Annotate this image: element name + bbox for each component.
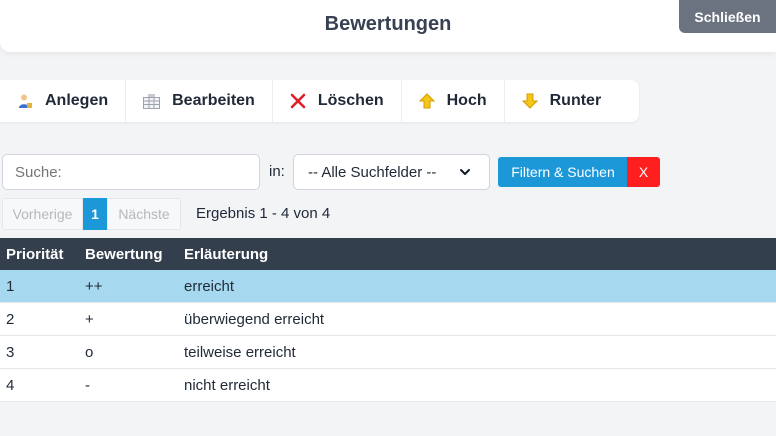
column-header-explanation[interactable]: Erläuterung	[184, 238, 268, 270]
move-down-button[interactable]: Runter	[505, 80, 619, 122]
clear-search-button[interactable]: X	[627, 157, 660, 187]
chevron-down-icon	[460, 169, 470, 175]
table-header: Priorität Bewertung Erläuterung	[0, 238, 776, 270]
next-page-button[interactable]: Nächste	[107, 198, 181, 230]
edit-label: Bearbeiten	[172, 92, 255, 109]
current-page-button[interactable]: 1	[83, 198, 107, 230]
search-input[interactable]	[2, 154, 260, 190]
cell-priority: 4	[6, 376, 15, 394]
table-row[interactable]: 2 + überwiegend erreicht	[0, 303, 776, 336]
cell-priority: 2	[6, 310, 15, 328]
cell-rating: -	[85, 376, 90, 394]
toolbar: Anlegen Bearbeiten Löschen Hoch Runter	[0, 80, 639, 122]
edit-button[interactable]: Bearbeiten	[126, 80, 273, 122]
search-in-label: in:	[269, 163, 285, 180]
close-button[interactable]: Schließen	[679, 0, 776, 33]
move-up-label: Hoch	[446, 92, 487, 109]
move-down-label: Runter	[549, 92, 602, 109]
column-header-priority[interactable]: Priorität	[6, 238, 64, 270]
user-add-icon	[19, 94, 32, 108]
arrow-up-icon	[418, 93, 435, 109]
search-field-select[interactable]: -- Alle Suchfelder --	[293, 154, 490, 190]
cell-explanation: erreicht	[184, 277, 235, 295]
page-title: Bewertungen	[324, 13, 452, 35]
result-count: Ergebnis 1 - 4 von 4	[196, 205, 331, 222]
cell-explanation: nicht erreicht	[184, 376, 270, 394]
table-row[interactable]: 3 o teilweise erreicht	[0, 336, 776, 369]
cell-priority: 1	[6, 277, 15, 295]
create-button[interactable]: Anlegen	[0, 80, 127, 122]
page-header: Bewertungen	[0, 0, 776, 52]
delete-label: Löschen	[317, 92, 384, 109]
filter-search-button[interactable]: Filtern & Suchen	[498, 157, 628, 187]
create-label: Anlegen	[45, 92, 109, 109]
ratings-table: Priorität Bewertung Erläuterung 1 ++ err…	[0, 238, 776, 402]
cell-priority: 3	[6, 343, 15, 361]
cell-explanation: überwiegend erreicht	[184, 310, 325, 328]
prev-page-button[interactable]: Vorherige	[2, 198, 83, 230]
table-row[interactable]: 4 - nicht erreicht	[0, 369, 776, 402]
cell-rating: o	[85, 343, 94, 361]
move-up-button[interactable]: Hoch	[402, 80, 505, 122]
red-x-icon	[290, 93, 306, 109]
cell-explanation: teilweise erreicht	[184, 343, 296, 361]
pagination: Vorherige 1 Nächste	[2, 198, 181, 230]
cell-rating: ++	[85, 277, 103, 295]
column-header-rating[interactable]: Bewertung	[85, 238, 163, 270]
delete-button[interactable]: Löschen	[273, 80, 402, 122]
table-row[interactable]: 1 ++ erreicht	[0, 270, 776, 303]
cell-rating: +	[85, 310, 94, 328]
grid-edit-icon	[143, 93, 161, 109]
search-field-value: -- Alle Suchfelder --	[308, 163, 437, 181]
arrow-down-icon	[521, 93, 538, 109]
